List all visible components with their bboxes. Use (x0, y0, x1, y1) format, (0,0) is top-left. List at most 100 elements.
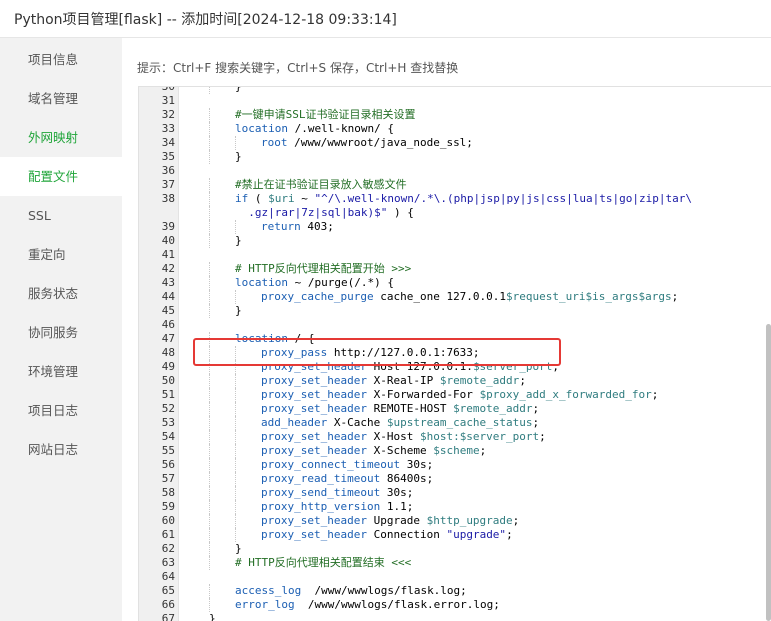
code-token: X-Cache (327, 416, 387, 429)
indent-guide (235, 136, 236, 150)
code-text: proxy_set_header Upgrade $http_upgrade; (261, 514, 519, 528)
indent-guide (235, 444, 236, 458)
code-token: X-Real-IP (366, 374, 440, 387)
window-titlebar: Python项目管理[flask] -- 添加时间[2024-12-18 09:… (0, 0, 771, 38)
sidebar-item[interactable]: SSL (0, 196, 122, 235)
line-number: 40 (161, 234, 175, 247)
sidebar-item[interactable]: 协同服务 (0, 313, 122, 352)
sidebar-item[interactable]: 配置文件 (0, 157, 122, 196)
code-token: Upgrade (366, 514, 427, 527)
code-text: location /.well-known/ { (235, 122, 394, 136)
code-token: Host 127.0.0.1: (366, 360, 473, 373)
indent-guide (209, 486, 210, 500)
code-token: /www/wwwlogs/flask.log; (301, 584, 467, 597)
sidebar-item[interactable]: 项目日志 (0, 391, 122, 430)
code-text: } (235, 304, 242, 318)
code-token: location (235, 332, 288, 345)
sidebar-item[interactable]: 服务状态 (0, 274, 122, 313)
code-line: 38 if ( $uri ~ "^/\.well-known/.*\.(php|j… (139, 192, 771, 206)
code-text: proxy_send_timeout 30s; (261, 486, 413, 500)
line-number: 50 (161, 374, 175, 387)
code-text: location / { (235, 332, 314, 346)
sidebar-item[interactable]: 项目信息 (0, 40, 122, 79)
code-token: proxy_set_header (261, 444, 367, 457)
code-token: proxy_set_header (261, 360, 367, 373)
indent-guide (235, 346, 236, 360)
line-number: 65 (161, 584, 175, 597)
code-token: } (235, 304, 242, 317)
indent-guide (235, 290, 236, 304)
line-number: 63 (161, 556, 175, 569)
indent-guide (235, 388, 236, 402)
code-text: return 403; (261, 220, 334, 234)
code-token: } (235, 150, 242, 163)
code-line: 58 proxy_send_timeout 30s; (139, 486, 771, 500)
indent-guide (209, 500, 210, 514)
indent-guide (235, 514, 236, 528)
code-line: .gz|rar|7z|sql|bak)$" ) { (139, 206, 771, 220)
code-token: $remote_addr (453, 402, 533, 415)
code-token: proxy_set_header (261, 514, 367, 527)
indent-guide (209, 430, 210, 444)
code-token: proxy_send_timeout (261, 486, 381, 499)
code-token: $server_port (472, 360, 553, 373)
sidebar-item[interactable]: 重定向 (0, 235, 122, 274)
code-line: 37 #禁止在证书验证目录放入敏感文件 (139, 178, 771, 192)
code-line: 49 proxy_set_header Host 127.0.0.1:$serve… (139, 360, 771, 374)
line-number: 34 (161, 136, 175, 149)
code-line: 44 proxy_cache_purge cache_one 127.0.0.1$… (139, 290, 771, 304)
sidebar-item[interactable]: 域名管理 (0, 79, 122, 118)
code-token: } (235, 234, 242, 247)
code-text: proxy_set_header X-Host $host:$server_po… (261, 430, 546, 444)
code-token: ; (671, 290, 679, 303)
line-number: 54 (161, 430, 175, 443)
code-token: X-Host (366, 430, 420, 443)
code-token: $request_uri$is_args$args (506, 290, 672, 303)
indent-guide (209, 332, 210, 346)
line-number: 32 (161, 108, 175, 121)
indent-guide (209, 346, 210, 360)
code-line: 60 proxy_set_header Upgrade $http_upgrade… (139, 514, 771, 528)
line-number: 51 (161, 388, 175, 401)
sidebar-item[interactable]: 环境管理 (0, 352, 122, 391)
line-number: 31 (161, 94, 175, 107)
line-number: 30 (161, 86, 175, 93)
code-token: ; (552, 360, 560, 373)
code-token: ; (651, 388, 659, 401)
indent-guide (209, 290, 210, 304)
code-line: 52 proxy_set_header REMOTE-HOST $remote_a… (139, 402, 771, 416)
code-token: 86400s; (380, 472, 434, 485)
code-line: 47 location / { (139, 332, 771, 346)
code-line: 36 (139, 164, 771, 178)
code-text: access_log /www/wwwlogs/flask.log; (235, 584, 467, 598)
editor-scrollbar[interactable] (766, 324, 771, 621)
sidebar-item[interactable]: 外网映射 (0, 118, 122, 157)
code-token: / { (287, 332, 315, 345)
code-token: proxy_set_header (261, 374, 367, 387)
code-text: error_log /www/wwwlogs/flask.error.log; (235, 598, 500, 612)
code-text: proxy_pass http://127.0.0.1:7633; (261, 346, 480, 360)
code-token: return (261, 220, 301, 233)
code-token: ; (532, 416, 540, 429)
line-number: 60 (161, 514, 175, 527)
code-line: 62} (139, 542, 771, 556)
code-token: 403; (300, 220, 334, 233)
indent-guide (209, 598, 210, 612)
code-line: 46 (139, 318, 771, 332)
indent-guide (209, 87, 210, 94)
config-editor[interactable]: 30} 31 32 #一键申请SSL证书验证目录相关设置 33 location /.we… (138, 86, 771, 621)
sidebar-item[interactable]: 网站日志 (0, 430, 122, 469)
code-token: } (209, 612, 216, 621)
indent-guide (209, 444, 210, 458)
code-token: # HTTP反向代理相关配置开始 >>> (235, 262, 412, 275)
line-number: 37 (161, 178, 175, 191)
code-line: 39 return 403; (139, 220, 771, 234)
indent-guide (209, 388, 210, 402)
code-line: 32 #一键申请SSL证书验证目录相关设置 (139, 108, 771, 122)
indent-guide (235, 360, 236, 374)
code-token: $uri (268, 192, 295, 205)
code-token: $proxy_add_x_forwarded_for (479, 388, 652, 401)
code-text: proxy_cache_purge cache_one 127.0.0.1$re… (261, 290, 678, 304)
line-number: 39 (161, 220, 175, 233)
code-line: 35} (139, 150, 771, 164)
